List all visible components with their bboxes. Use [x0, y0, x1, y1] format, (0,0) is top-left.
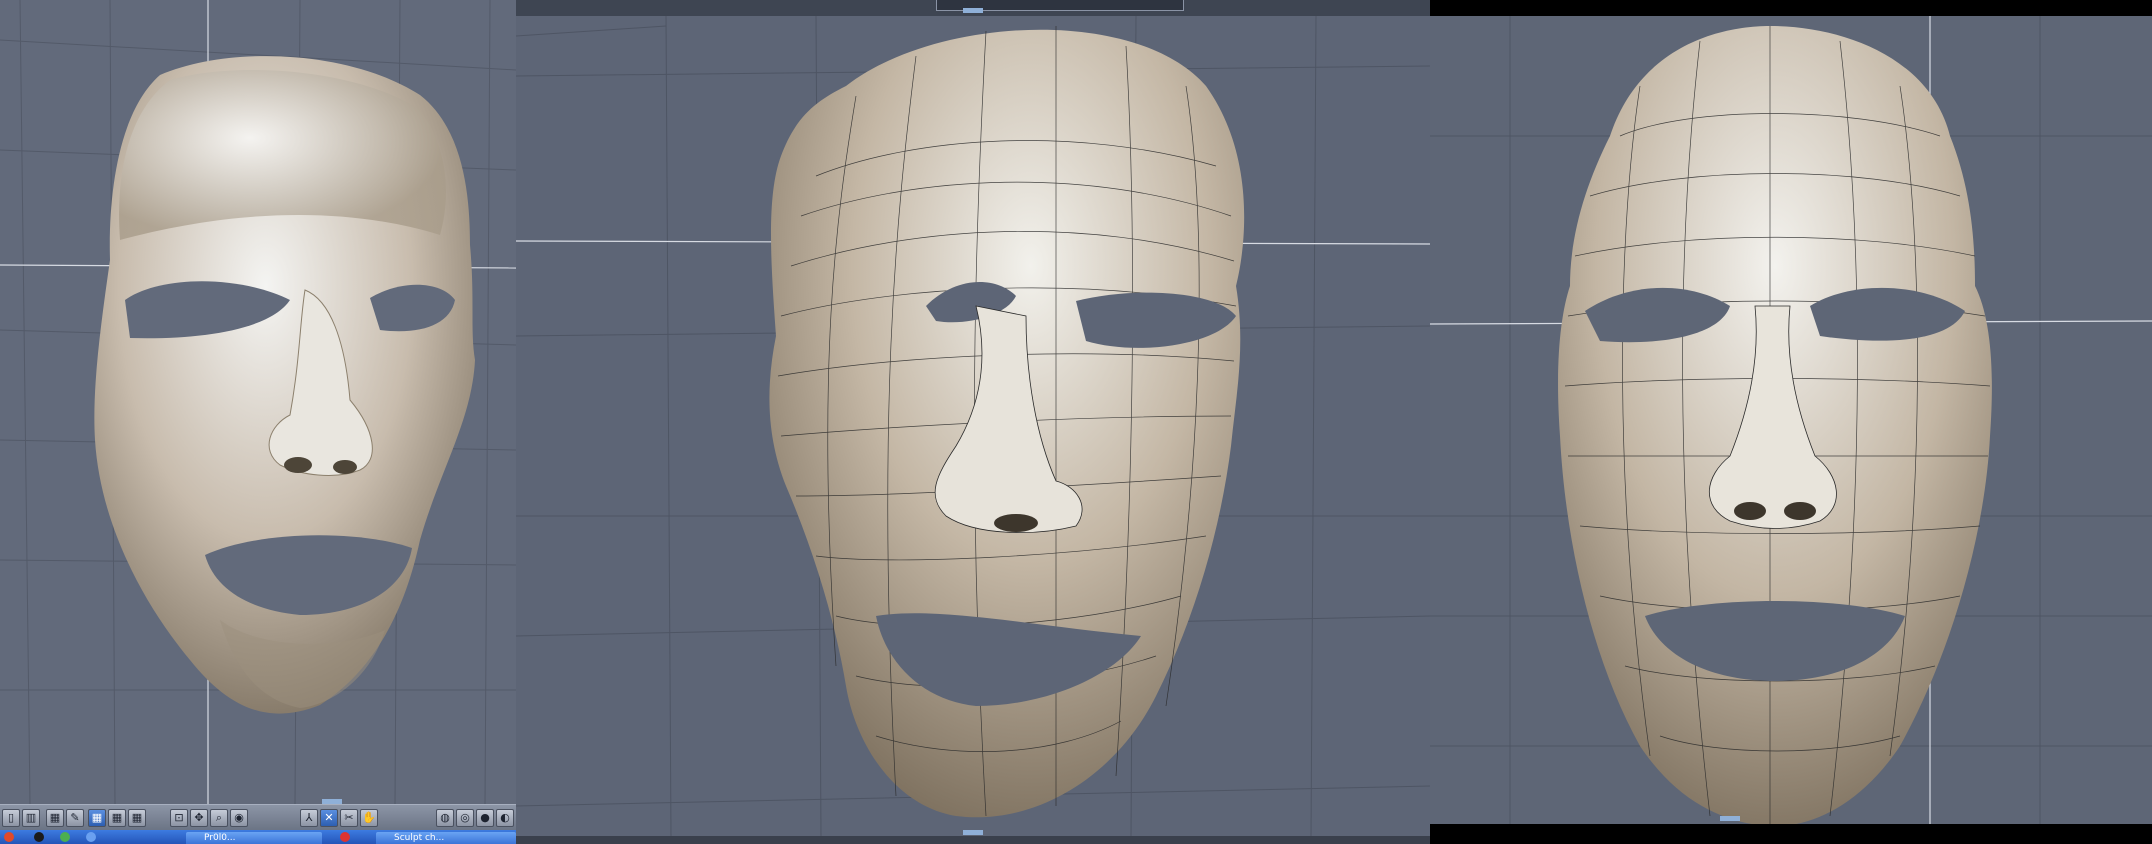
- viewport-bottom-notch[interactable]: [1720, 816, 1740, 821]
- panel-split-icon[interactable]: ▯: [2, 809, 20, 827]
- move-view-icon[interactable]: ✥: [190, 809, 208, 827]
- grid-red-icon[interactable]: ▦: [108, 809, 126, 827]
- eye-icon[interactable]: ◉: [230, 809, 248, 827]
- viewport-bottom-edge: [516, 836, 1430, 844]
- taskbar-item[interactable]: Sculpt ch...: [376, 832, 516, 844]
- select-tool-icon[interactable]: ✕: [320, 809, 338, 827]
- shaded-sphere-icon[interactable]: ◎: [456, 809, 474, 827]
- viewport-canvas[interactable]: [1430, 16, 2152, 824]
- brush-icon[interactable]: ✎: [66, 809, 84, 827]
- grid-green-icon[interactable]: ▦: [128, 809, 146, 827]
- viewport-perspective-wireframe[interactable]: [516, 0, 1430, 844]
- mask-model[interactable]: [1558, 26, 1992, 824]
- viewport-notch[interactable]: [963, 8, 983, 13]
- layout-icon[interactable]: ▥: [22, 809, 40, 827]
- zoom-icon[interactable]: ⌕: [210, 809, 228, 827]
- transform-tool-icon[interactable]: ✂: [340, 809, 358, 827]
- viewport-bottom-edge: [1430, 824, 2152, 832]
- viewport-toolbar: ▯ ▥ ▦ ✎ ▦ ▦ ▦ ⊡ ✥ ⌕ ◉ ⅄ ✕ ✂ ✋ ◍ ◎ ● ◐: [0, 799, 516, 831]
- app-icon[interactable]: [340, 832, 350, 842]
- hand-tool-icon[interactable]: ✋: [360, 809, 378, 827]
- viewport-area[interactable]: [1430, 16, 2152, 824]
- taskbar-item[interactable]: Pr0l0...: [186, 832, 322, 844]
- viewport-canvas[interactable]: [0, 0, 516, 804]
- taskbar-item-label: Sculpt ch...: [394, 833, 445, 843]
- textured-sphere-icon[interactable]: ◐: [496, 809, 514, 827]
- viewport-bottom-notch[interactable]: [963, 830, 983, 835]
- mask-model[interactable]: [94, 56, 475, 714]
- wireframe-sphere-icon[interactable]: ◍: [436, 809, 454, 827]
- paint-icon[interactable]: ▦: [46, 809, 64, 827]
- taskbar-item-label: Pr0l0...: [204, 833, 236, 843]
- fit-view-icon[interactable]: ⊡: [170, 809, 188, 827]
- start-icon[interactable]: [4, 832, 14, 842]
- app-icon[interactable]: [86, 832, 96, 842]
- app-icon[interactable]: [60, 832, 70, 842]
- viewport-canvas[interactable]: [516, 16, 1430, 836]
- toolbar-handle[interactable]: [322, 799, 342, 804]
- viewport-smooth-shaded[interactable]: ▯ ▥ ▦ ✎ ▦ ▦ ▦ ⊡ ✥ ⌕ ◉ ⅄ ✕ ✂ ✋ ◍ ◎ ● ◐ Pr…: [0, 0, 516, 844]
- solid-sphere-icon[interactable]: ●: [476, 809, 494, 827]
- viewport-front-wireframe[interactable]: [1430, 0, 2152, 844]
- grid-quad-icon[interactable]: ▦: [88, 809, 106, 827]
- axis-icon[interactable]: ⅄: [300, 809, 318, 827]
- mask-model[interactable]: [769, 26, 1245, 818]
- os-taskbar: Pr0l0... Sculpt ch...: [0, 830, 516, 844]
- app-icon[interactable]: [34, 832, 44, 842]
